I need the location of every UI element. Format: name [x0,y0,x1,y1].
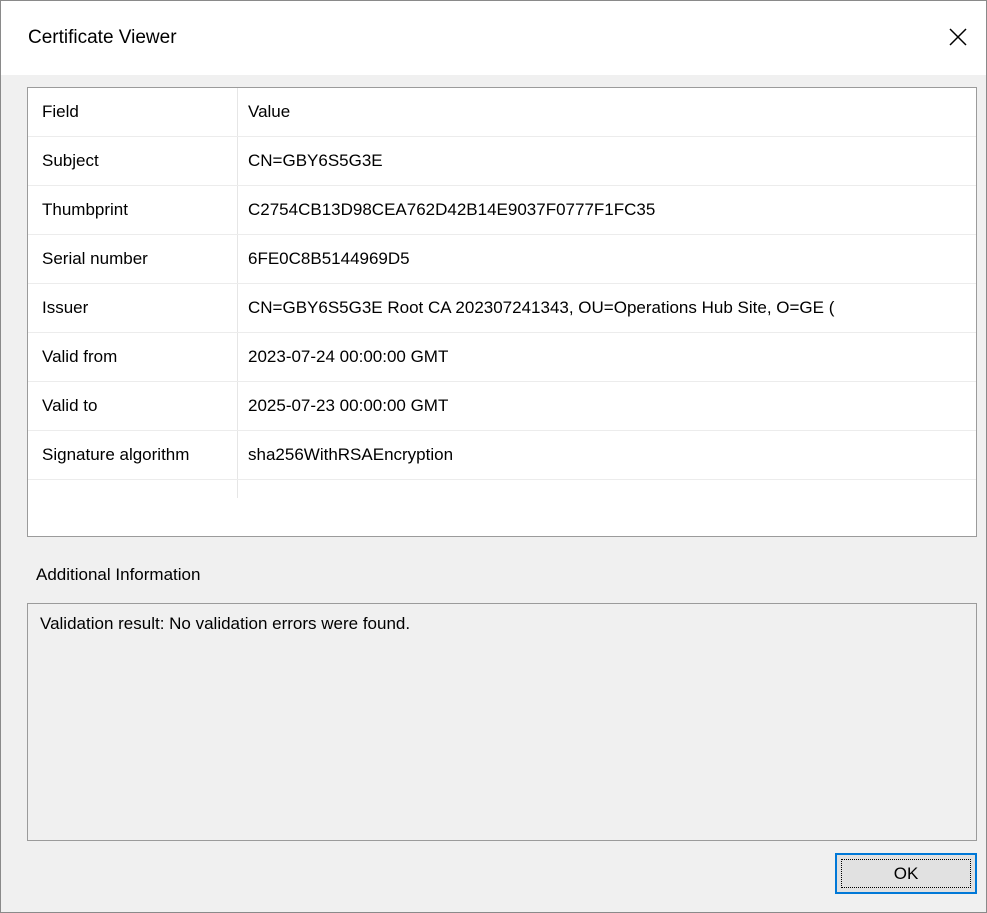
table-row[interactable]: Valid to 2025-07-23 00:00:00 GMT [28,382,976,431]
row-field: Valid from [42,347,118,366]
table-row[interactable]: Serial number 6FE0C8B5144969D5 [28,235,976,284]
table-row[interactable]: Signature algorithm sha256WithRSAEncrypt… [28,431,976,480]
table-header-row: Field Value [28,88,976,137]
row-value: sha256WithRSAEncryption [248,445,454,464]
row-value: C2754CB13D98CEA762D42B14E9037F0777F1FC35 [248,200,656,219]
ok-button-label: OK [841,859,971,888]
empty-row [28,480,976,502]
row-field: Thumbprint [42,200,128,219]
row-value: CN=GBY6S5G3E [248,151,383,170]
table-row[interactable]: Valid from 2023-07-24 00:00:00 GMT [28,333,976,382]
additional-information-label: Additional Information [36,565,201,584]
validation-result-text: Validation result: No validation errors … [40,614,411,633]
table-row[interactable]: Subject CN=GBY6S5G3E [28,137,976,186]
ok-button[interactable]: OK [835,853,977,894]
certificate-fields-list[interactable]: Field Value Subject CN=GBY6S5G3E Thumbpr… [27,87,977,537]
table-row[interactable]: Thumbprint C2754CB13D98CEA762D42B14E9037… [28,186,976,235]
additional-information-box[interactable]: Validation result: No validation errors … [27,603,977,841]
certificate-viewer-dialog: Certificate Viewer Field Value Subject C… [0,0,987,913]
close-button[interactable] [938,15,978,59]
column-header-value[interactable]: Value [248,102,976,122]
row-field: Serial number [42,249,148,268]
title-bar: Certificate Viewer [1,1,986,75]
row-value: 2025-07-23 00:00:00 GMT [248,396,449,415]
table-row[interactable]: Issuer CN=GBY6S5G3E Root CA 202307241343… [28,284,976,333]
row-field: Subject [42,151,99,170]
row-value: 2023-07-24 00:00:00 GMT [248,347,449,366]
row-value: 6FE0C8B5144969D5 [248,249,410,268]
window-title: Certificate Viewer [28,27,177,48]
close-icon [949,28,967,46]
row-field: Issuer [42,298,89,317]
row-field: Valid to [42,396,98,415]
row-value: CN=GBY6S5G3E Root CA 202307241343, OU=Op… [248,298,835,317]
row-field: Signature algorithm [42,445,190,464]
column-header-field[interactable]: Field [42,102,79,122]
fields-table: Field Value Subject CN=GBY6S5G3E Thumbpr… [28,88,976,502]
